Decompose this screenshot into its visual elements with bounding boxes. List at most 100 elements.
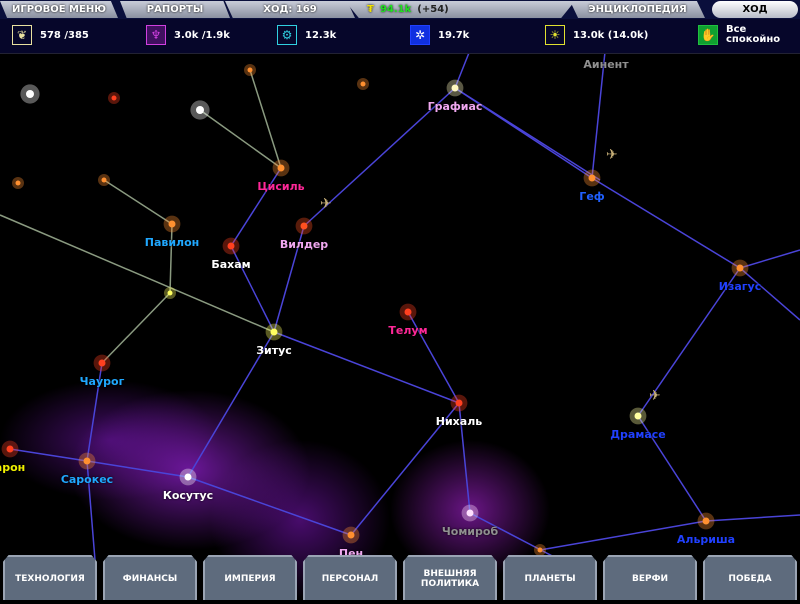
trade-icon: ☀ bbox=[545, 25, 565, 45]
starlane bbox=[739, 267, 800, 321]
system-label[interactable]: Геф bbox=[579, 190, 604, 203]
empire-button[interactable]: ИМПЕРИЯ bbox=[203, 555, 297, 600]
research-icon: ✲ bbox=[410, 25, 430, 45]
minerals-icon: ♆ bbox=[146, 25, 166, 45]
system-label[interactable]: Зитус bbox=[256, 344, 292, 357]
system-label[interactable]: Сарокес bbox=[61, 473, 113, 486]
planets-button[interactable]: ПЛАНЕТЫ bbox=[503, 555, 597, 600]
system-label[interactable]: Графиас bbox=[428, 100, 483, 113]
minerals-value: 3.0k /1.9k bbox=[174, 29, 230, 41]
system-label[interactable]: Телум bbox=[388, 324, 427, 337]
minerals-resource: ♆ 3.0k /1.9k bbox=[146, 25, 230, 45]
thumbs-up-icon: ✋ bbox=[698, 25, 718, 45]
system-label[interactable]: Альриша bbox=[677, 533, 735, 546]
starlane bbox=[705, 514, 800, 522]
fleet-icon[interactable]: ✈ bbox=[606, 147, 618, 163]
system-label[interactable]: Бахам bbox=[211, 258, 250, 271]
encyclopedia-button[interactable]: ЭНЦИКЛОПЕДИЯ bbox=[570, 1, 705, 18]
personnel-button[interactable]: ПЕРСОНАЛ bbox=[303, 555, 397, 600]
morale-resource: ✋ Все спокойно bbox=[698, 25, 786, 45]
star[interactable] bbox=[196, 106, 204, 114]
starlane bbox=[591, 177, 741, 269]
star-system[interactable] bbox=[6, 445, 14, 453]
star[interactable] bbox=[537, 547, 543, 553]
money-value: 94.1k bbox=[379, 4, 412, 15]
starlane bbox=[9, 448, 88, 462]
star[interactable] bbox=[111, 95, 117, 101]
star[interactable] bbox=[101, 177, 107, 183]
system-label[interactable]: Чомироб bbox=[442, 525, 498, 538]
morale-value: Все спокойно bbox=[726, 24, 781, 45]
end-turn-button[interactable]: ХОД bbox=[712, 1, 798, 18]
supply-lane bbox=[0, 214, 275, 333]
money-display: ₮ 94.1k (+54) bbox=[345, 1, 575, 18]
starlane bbox=[273, 331, 460, 404]
star[interactable] bbox=[167, 290, 173, 296]
star-system[interactable] bbox=[451, 84, 459, 92]
star-system[interactable] bbox=[736, 264, 744, 272]
system-label[interactable]: Чаурог bbox=[80, 375, 125, 388]
trade-resource: ☀ 13.0k (14.0k) bbox=[545, 25, 648, 45]
star-system[interactable] bbox=[277, 164, 285, 172]
star-system[interactable] bbox=[83, 457, 91, 465]
star-system[interactable] bbox=[300, 222, 308, 230]
star-system[interactable] bbox=[227, 242, 235, 250]
star-system[interactable] bbox=[184, 473, 192, 481]
system-label[interactable]: Аинент bbox=[583, 58, 628, 71]
research-value: 19.7k bbox=[438, 29, 470, 41]
victory-button[interactable]: ПОБЕДА bbox=[703, 555, 797, 600]
food-icon: ❦ bbox=[12, 25, 32, 45]
system-label[interactable]: Изагус bbox=[719, 280, 761, 293]
system-label[interactable]: Цисиль bbox=[257, 180, 304, 193]
industry-value: 12.3k bbox=[305, 29, 337, 41]
resource-bar: ❦ 578 /385 ♆ 3.0k /1.9k ⚙ 12.3k ✲ 19.7k ☀ 13.… bbox=[0, 19, 800, 54]
foreign-policy-button[interactable]: ВНЕШНЯЯ ПОЛИТИКА bbox=[403, 555, 497, 600]
star-system[interactable] bbox=[455, 399, 463, 407]
turn-counter: ХОД: 169 bbox=[225, 1, 355, 18]
system-label[interactable]: Вилдер bbox=[280, 238, 328, 251]
technology-button[interactable]: ТЕХНОЛОГИЯ bbox=[3, 555, 97, 600]
starlane bbox=[187, 476, 352, 536]
research-resource: ✲ 19.7k bbox=[410, 25, 469, 45]
system-label[interactable]: Нихаль bbox=[436, 415, 482, 428]
shipyards-button[interactable]: ВЕРФИ bbox=[603, 555, 697, 600]
reports-button[interactable]: РАПОРТЫ bbox=[120, 1, 230, 18]
star-system[interactable] bbox=[347, 531, 355, 539]
star[interactable] bbox=[247, 67, 253, 73]
industry-resource: ⚙ 12.3k bbox=[277, 25, 336, 45]
fleet-icon[interactable]: ✈ bbox=[649, 388, 661, 404]
money-delta: (+54) bbox=[417, 4, 449, 15]
supply-lane bbox=[101, 292, 171, 364]
system-label[interactable]: Косутус bbox=[163, 489, 213, 502]
star[interactable] bbox=[360, 81, 366, 87]
system-label[interactable]: Павилон bbox=[145, 236, 200, 249]
star-system[interactable] bbox=[404, 308, 412, 316]
star-system[interactable] bbox=[634, 412, 642, 420]
top-bar: ИГРОВОЕ МЕНЮ РАПОРТЫ ХОД: 169 ₮ 94.1k (+… bbox=[0, 0, 800, 19]
star[interactable] bbox=[15, 180, 21, 186]
star-system[interactable] bbox=[270, 328, 278, 336]
system-label[interactable]: Драмасе bbox=[610, 428, 666, 441]
supply-lane bbox=[199, 109, 282, 169]
system-label[interactable]: арон bbox=[0, 461, 25, 474]
galaxy-map[interactable] bbox=[0, 0, 800, 600]
game-menu-button[interactable]: ИГРОВОЕ МЕНЮ bbox=[0, 1, 118, 18]
industry-icon: ⚙ bbox=[277, 25, 297, 45]
supply-lane bbox=[103, 179, 173, 225]
star[interactable] bbox=[26, 90, 34, 98]
food-value: 578 /385 bbox=[40, 29, 89, 41]
finance-button[interactable]: ФИНАНСЫ bbox=[103, 555, 197, 600]
fleet-icon[interactable]: ✈ bbox=[320, 196, 332, 212]
star-system[interactable] bbox=[98, 359, 106, 367]
trade-value: 13.0k (14.0k) bbox=[573, 29, 649, 41]
star-system[interactable] bbox=[466, 509, 474, 517]
money-icon: ₮ bbox=[367, 4, 374, 15]
star-system[interactable] bbox=[588, 174, 596, 182]
star-system[interactable] bbox=[702, 517, 710, 525]
supply-lane bbox=[169, 223, 173, 294]
starlane bbox=[739, 249, 800, 269]
starlanes bbox=[0, 0, 800, 561]
bottom-bar: ТЕХНОЛОГИЯ ФИНАНСЫ ИМПЕРИЯ ПЕРСОНАЛ ВНЕШ… bbox=[0, 555, 800, 600]
star-system[interactable] bbox=[168, 220, 176, 228]
supply-lane bbox=[249, 69, 282, 169]
